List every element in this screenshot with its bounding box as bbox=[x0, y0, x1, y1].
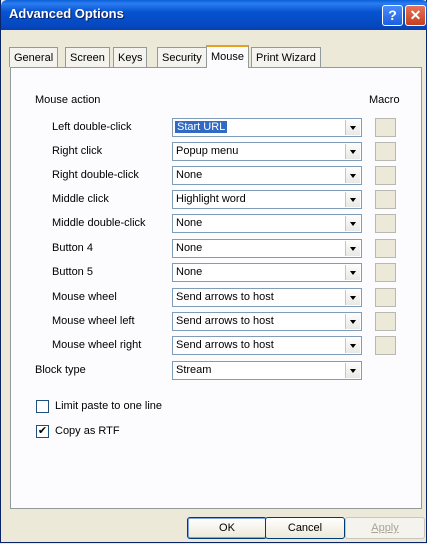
middle-click-macro-button[interactable] bbox=[375, 190, 396, 209]
close-button[interactable]: ✕ bbox=[405, 5, 426, 26]
right-click-label: Right click bbox=[52, 145, 103, 157]
chevron-down-icon[interactable] bbox=[345, 120, 360, 135]
mouse-wheel-left-select[interactable]: Send arrows to host bbox=[172, 312, 362, 331]
chevron-down-icon[interactable] bbox=[345, 168, 360, 183]
copy-as-rtf-label: Copy as RTF bbox=[55, 425, 120, 437]
chevron-down-icon[interactable] bbox=[345, 314, 360, 329]
copy-as-rtf-checkbox[interactable]: ✔ bbox=[36, 425, 49, 438]
mouse-wheel-right-select[interactable]: Send arrows to host bbox=[172, 336, 362, 355]
middle-double-click-macro-button[interactable] bbox=[375, 214, 396, 233]
block-type-label: Block type bbox=[35, 364, 86, 376]
chevron-down-icon[interactable] bbox=[345, 241, 360, 256]
mouse-wheel-select[interactable]: Send arrows to host bbox=[172, 288, 362, 307]
block-type-select[interactable]: Stream bbox=[172, 361, 362, 380]
right-click-macro-button[interactable] bbox=[375, 142, 396, 161]
chevron-down-icon[interactable] bbox=[345, 192, 360, 207]
checkmark-icon: ✔ bbox=[37, 425, 48, 437]
mouse-action-label: Mouse action bbox=[35, 94, 101, 106]
cancel-button[interactable]: Cancel bbox=[265, 517, 345, 539]
limit-paste-checkbox[interactable] bbox=[36, 400, 49, 413]
right-double-click-select[interactable]: None bbox=[172, 166, 362, 185]
middle-double-click-label: Middle double-click bbox=[52, 217, 146, 229]
chevron-down-icon[interactable] bbox=[345, 265, 360, 280]
tab-security[interactable]: Security bbox=[157, 47, 207, 67]
middle-click-label: Middle click bbox=[52, 193, 109, 205]
tab-mouse[interactable]: Mouse bbox=[206, 45, 250, 68]
right-double-click-label: Right double-click bbox=[52, 169, 139, 181]
apply-button[interactable]: Apply bbox=[345, 517, 425, 539]
right-click-select[interactable]: Popup menu bbox=[172, 142, 362, 161]
button-4-select[interactable]: None bbox=[172, 239, 362, 258]
advanced-options-window: Advanced Options ? ✕ General Screen Keys… bbox=[0, 0, 427, 543]
button-5-select[interactable]: None bbox=[172, 263, 362, 282]
title-bar: Advanced Options ? ✕ bbox=[1, 0, 427, 30]
middle-double-click-select[interactable]: None bbox=[172, 214, 362, 233]
mouse-wheel-left-label: Mouse wheel left bbox=[52, 315, 135, 327]
left-double-click-select[interactable]: Start URL bbox=[172, 118, 362, 137]
button-5-label: Button 5 bbox=[52, 266, 93, 278]
button-5-macro-button[interactable] bbox=[375, 263, 396, 282]
window-title: Advanced Options bbox=[9, 6, 124, 21]
ok-button[interactable]: OK bbox=[187, 517, 267, 539]
help-button[interactable]: ? bbox=[382, 5, 403, 26]
tab-general[interactable]: General bbox=[9, 47, 59, 67]
macro-header: Macro bbox=[369, 94, 400, 106]
mouse-wheel-macro-button[interactable] bbox=[375, 288, 396, 307]
limit-paste-label: Limit paste to one line bbox=[55, 400, 163, 412]
left-double-click-macro-button[interactable] bbox=[375, 118, 396, 137]
mouse-wheel-right-label: Mouse wheel right bbox=[52, 339, 142, 351]
tab-keys[interactable]: Keys bbox=[113, 47, 148, 67]
button-4-label: Button 4 bbox=[52, 242, 93, 254]
chevron-down-icon[interactable] bbox=[345, 290, 360, 305]
tab-print-wizard[interactable]: Print Wizard bbox=[251, 47, 321, 67]
middle-click-select[interactable]: Highlight word bbox=[172, 190, 362, 209]
chevron-down-icon[interactable] bbox=[345, 216, 360, 231]
left-double-click-label: Left double-click bbox=[52, 121, 132, 133]
chevron-down-icon[interactable] bbox=[345, 338, 360, 353]
mouse-wheel-right-macro-button[interactable] bbox=[375, 336, 396, 355]
tab-screen[interactable]: Screen bbox=[65, 47, 110, 67]
chevron-down-icon[interactable] bbox=[345, 363, 360, 378]
right-double-click-macro-button[interactable] bbox=[375, 166, 396, 185]
mouse-wheel-left-macro-button[interactable] bbox=[375, 312, 396, 331]
mouse-wheel-label: Mouse wheel bbox=[52, 291, 117, 303]
chevron-down-icon[interactable] bbox=[345, 144, 360, 159]
button-4-macro-button[interactable] bbox=[375, 239, 396, 258]
